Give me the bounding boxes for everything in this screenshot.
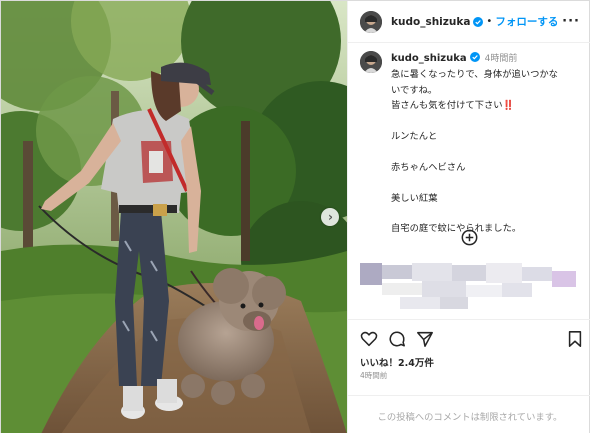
verified-badge-icon xyxy=(469,52,480,62)
caption-line: 皆さんも気を付けて下さい‼️ xyxy=(391,100,515,112)
post-photo: › xyxy=(1,1,347,433)
plus-circle-icon[interactable] xyxy=(461,229,478,246)
caption-line: 急に暑くなったりで、身体が追いつかな xyxy=(391,69,558,81)
chevron-right-icon: › xyxy=(328,210,333,224)
profile-avatar[interactable] xyxy=(360,10,382,33)
next-photo-button[interactable]: › xyxy=(321,208,339,226)
photo-woman-with-dog xyxy=(1,1,347,433)
bookmark-icon[interactable] xyxy=(566,330,584,348)
more-options-icon[interactable]: ··· xyxy=(562,14,580,29)
comments-restricted-notice: この投稿へのコメントは制限されています。 xyxy=(377,411,563,423)
action-icons xyxy=(360,330,584,350)
caption-line: いですね。 xyxy=(391,84,438,96)
blurred-comment xyxy=(360,263,576,309)
comment-icon[interactable] xyxy=(388,330,406,348)
separator-dot: • xyxy=(486,16,493,27)
caption-line: ルンたんと xyxy=(391,131,438,143)
like-count[interactable]: いいね！2.4万件 xyxy=(360,355,434,369)
instagram-post: › kudo_shizuka • フォローする ··· kudo_shizuka… xyxy=(0,0,590,433)
caption-time: 4時間前 xyxy=(484,54,518,64)
posted-time[interactable]: 4時間前 xyxy=(360,370,387,381)
comment-bar: この投稿へのコメントは制限されています。 xyxy=(348,395,590,433)
post-actions: いいね！2.4万件 4時間前 この投稿へのコメントは制限されています。 xyxy=(348,319,590,433)
caption-avatar[interactable] xyxy=(360,51,382,73)
heart-icon[interactable] xyxy=(360,330,378,348)
post-side-panel: kudo_shizuka • フォローする ··· kudo_shizuka 4時… xyxy=(347,1,590,433)
caption-line: 美しい紅葉 xyxy=(391,192,438,204)
caption-line: 赤ちゃんヘビさん xyxy=(391,161,466,173)
verified-badge-icon xyxy=(473,16,484,27)
post-header: kudo_shizuka • フォローする ··· xyxy=(348,1,590,43)
post-caption: kudo_shizuka 4時間前 急に暑くなったりで、身体が追いつかな いですね… xyxy=(360,51,584,237)
post-username[interactable]: kudo_shizuka xyxy=(391,16,470,28)
follow-button[interactable]: フォローする xyxy=(495,14,558,29)
send-icon[interactable] xyxy=(416,330,434,348)
caption-username[interactable]: kudo_shizuka xyxy=(391,53,467,64)
caption-body: kudo_shizuka 4時間前 急に暑くなったりで、身体が追いつかな いですね… xyxy=(391,51,558,237)
